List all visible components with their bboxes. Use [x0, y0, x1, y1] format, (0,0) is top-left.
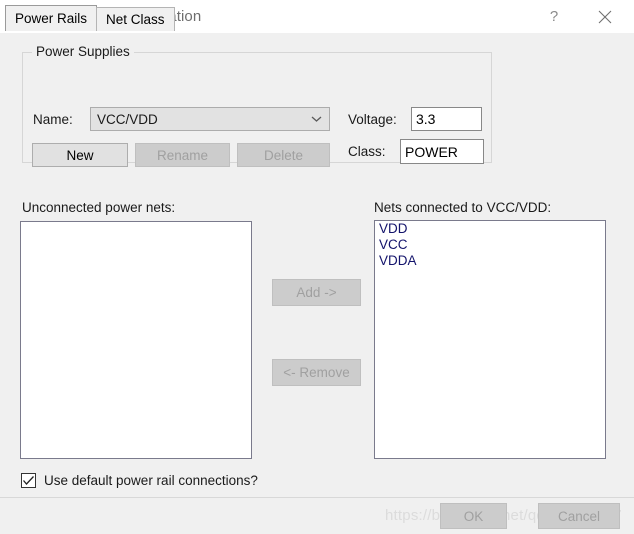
tab-net-class[interactable]: Net Class [96, 7, 175, 31]
use-default-connections-row[interactable]: Use default power rail connections? [21, 473, 258, 488]
power-supplies-group-title: Power Supplies [32, 44, 134, 59]
voltage-input[interactable] [411, 107, 482, 131]
tab-power-rails[interactable]: Power Rails [5, 5, 98, 31]
name-combobox[interactable]: VCC/VDD [90, 107, 330, 131]
footer-separator [0, 497, 634, 498]
connected-nets-label: Nets connected to VCC/VDD: [374, 200, 552, 215]
rename-button: Rename [135, 143, 230, 167]
check-icon [23, 476, 34, 485]
unconnected-nets-label: Unconnected power nets: [22, 200, 176, 215]
chevron-down-icon[interactable] [303, 108, 329, 130]
list-item[interactable]: VDD [375, 221, 605, 237]
connected-nets-listbox[interactable]: VDD VCC VDDA [374, 220, 606, 459]
voltage-label: Voltage: [348, 112, 397, 127]
cancel-button[interactable]: Cancel [538, 503, 620, 529]
delete-button: Delete [237, 143, 330, 167]
use-default-connections-checkbox[interactable] [21, 473, 36, 488]
list-item[interactable]: VCC [375, 237, 605, 253]
add-button: Add -> [272, 279, 361, 306]
ok-button[interactable]: OK [440, 503, 507, 529]
class-input[interactable] [400, 139, 484, 164]
class-label: Class: [348, 144, 386, 159]
name-label: Name: [33, 112, 73, 127]
use-default-connections-label: Use default power rail connections? [44, 473, 258, 488]
tabstrip: Power Rails Net Class [5, 5, 629, 31]
remove-button: <- Remove [272, 359, 361, 386]
name-combobox-value: VCC/VDD [97, 111, 158, 127]
list-item[interactable]: VDDA [375, 253, 605, 269]
new-button[interactable]: New [32, 143, 128, 167]
unconnected-nets-listbox[interactable] [20, 221, 252, 459]
